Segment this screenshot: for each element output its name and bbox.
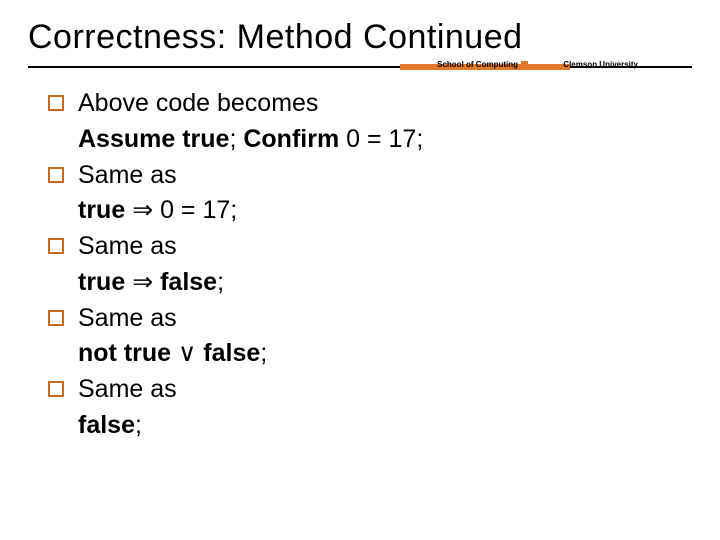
header-university: Clemson University	[563, 61, 638, 69]
item-lead: Same as	[78, 230, 177, 264]
list-item: Same as	[30, 302, 684, 336]
bullet-square-icon	[48, 381, 64, 397]
bullet-square-icon	[48, 95, 64, 111]
item-lead: Above code becomes	[78, 87, 318, 121]
item-sub: true ⇒ false;	[78, 266, 684, 300]
header-square-icon	[521, 61, 528, 68]
header-school: School of Computing	[437, 61, 518, 69]
slide-body: Above code becomes Assume true; Confirm …	[28, 81, 692, 443]
list-item: Above code becomes	[30, 87, 684, 121]
title-rule: School of Computing Clemson University	[28, 61, 692, 75]
item-lead: Same as	[78, 373, 177, 407]
list-item: Same as	[30, 230, 684, 264]
bullet-square-icon	[48, 238, 64, 254]
list-item: Same as	[30, 159, 684, 193]
item-lead: Same as	[78, 159, 177, 193]
bullet-square-icon	[48, 310, 64, 326]
item-sub: not true ∨ false;	[78, 337, 684, 371]
slide-title: Correctness: Method Continued	[28, 18, 692, 57]
item-lead: Same as	[78, 302, 177, 336]
list-item: Same as	[30, 373, 684, 407]
item-sub: true ⇒ 0 = 17;	[78, 194, 684, 228]
bullet-square-icon	[48, 167, 64, 183]
item-sub: Assume true; Confirm 0 = 17;	[78, 123, 684, 157]
item-sub: false;	[78, 409, 684, 443]
